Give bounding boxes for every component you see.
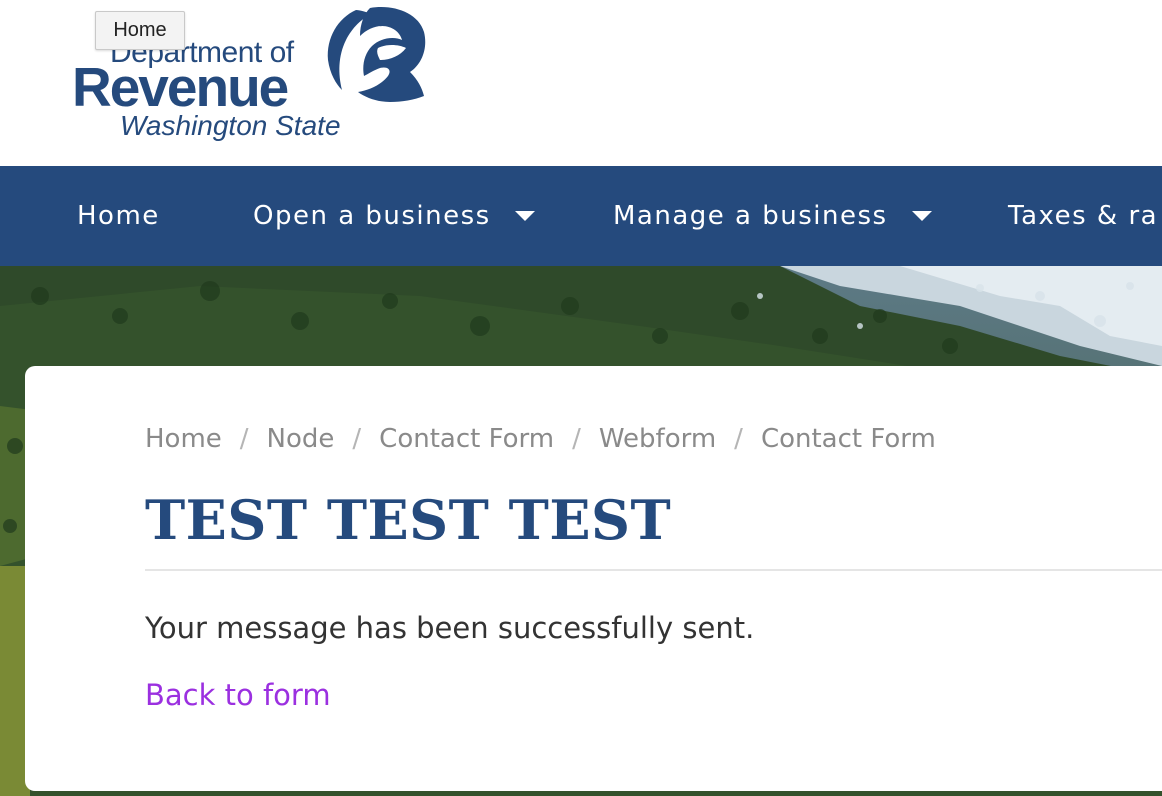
nav-item-label: Home — [77, 201, 160, 231]
breadcrumb-item-current: Contact Form — [760, 424, 936, 454]
success-message: Your message has been successfully sent. — [145, 611, 755, 645]
content-card: Home / Node / Contact Form / Webform / C… — [25, 366, 1162, 791]
breadcrumb-separator: / — [572, 424, 581, 454]
back-to-form-link[interactable]: Back to form — [145, 678, 331, 712]
nav-item-open-a-business[interactable]: Open a business — [253, 166, 535, 266]
breadcrumb-item-node[interactable]: Node — [267, 424, 335, 454]
breadcrumb-item-contact-form[interactable]: Contact Form — [379, 424, 554, 454]
breadcrumb-separator: / — [352, 424, 362, 454]
nav-item-label: Open a business — [253, 201, 491, 231]
title-divider — [145, 569, 1162, 571]
breadcrumb: Home / Node / Contact Form / Webform / C… — [145, 424, 936, 454]
dor-swoosh-logo-icon — [327, 7, 426, 102]
page-title: TEST TEST TEST — [145, 488, 672, 552]
breadcrumb-separator: / — [239, 424, 249, 454]
nav-item-label: Manage a business — [613, 201, 888, 231]
home-tooltip: Home — [95, 11, 185, 50]
caret-down-icon[interactable] — [911, 211, 932, 221]
page: Department of Revenue Washington State H… — [0, 0, 1162, 796]
breadcrumb-item-webform[interactable]: Webform — [599, 424, 716, 454]
nav-item-taxes-and-rates[interactable]: Taxes & ra — [1008, 166, 1158, 266]
logo-state-text: Washington State — [120, 110, 341, 141]
site-header: Department of Revenue Washington State H… — [0, 0, 1162, 166]
breadcrumb-separator: / — [734, 424, 743, 454]
nav-item-manage-a-business[interactable]: Manage a business — [613, 166, 932, 266]
logo-revenue-text: Revenue — [72, 56, 289, 118]
breadcrumb-item-home[interactable]: Home — [145, 424, 222, 454]
main-nav: Home Open a business Manage a business T… — [0, 166, 1162, 266]
nav-item-home[interactable]: Home — [77, 166, 160, 266]
caret-down-icon[interactable] — [514, 211, 535, 221]
nav-item-label: Taxes & ra — [1008, 201, 1159, 231]
